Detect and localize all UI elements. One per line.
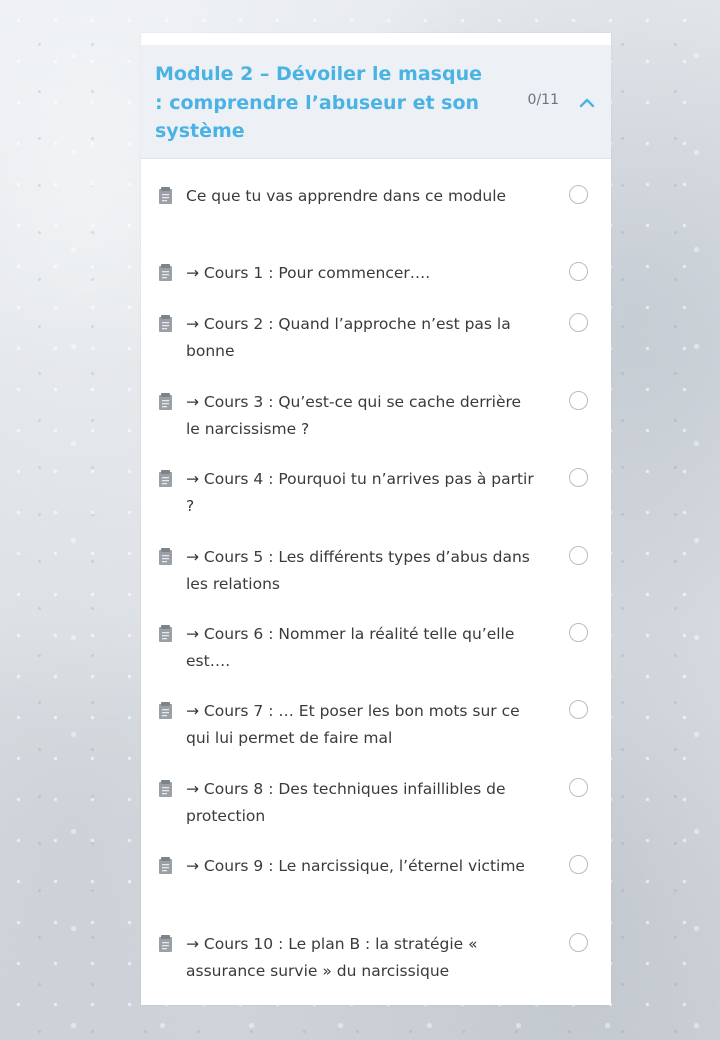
lesson-completion-circle[interactable]	[569, 700, 588, 719]
lesson-completion-circle[interactable]	[569, 391, 588, 410]
lesson-item[interactable]: → Cours 9 : Le narcissique, l’éternel vi…	[141, 853, 611, 913]
lesson-completion-circle[interactable]	[569, 185, 588, 204]
lesson-item[interactable]: Ce que tu vas apprendre dans ce module	[141, 183, 611, 243]
lesson-title: → Cours 2 : Quand l’approche n’est pas l…	[186, 315, 511, 360]
document-icon	[157, 392, 175, 412]
lesson-title: → Cours 8 : Des techniques infaillibles …	[186, 780, 506, 825]
lesson-completion-circle[interactable]	[569, 623, 588, 642]
lesson-completion-circle[interactable]	[569, 855, 588, 874]
lesson-item[interactable]: → Cours 6 : Nommer la réalité telle qu’e…	[141, 621, 611, 681]
chevron-up-icon[interactable]	[579, 95, 595, 109]
document-icon	[157, 314, 175, 334]
lesson-title: → Cours 9 : Le narcissique, l’éternel vi…	[186, 857, 525, 875]
lesson-completion-circle[interactable]	[569, 262, 588, 281]
document-icon	[157, 469, 175, 489]
lesson-title: → Cours 7 : … Et poser les bon mots sur …	[186, 702, 520, 747]
module-progress-count: 0/11	[527, 92, 559, 108]
lesson-title: → Cours 5 : Les différents types d’abus …	[186, 548, 530, 593]
lesson-item[interactable]: → Cours 7 : … Et poser les bon mots sur …	[141, 698, 611, 758]
lesson-completion-circle[interactable]	[569, 546, 588, 565]
lesson-completion-circle[interactable]	[569, 313, 588, 332]
lesson-title: → Cours 1 : Pour commencer….	[186, 264, 431, 282]
lesson-item[interactable]: → Cours 10 : Le plan B : la stratégie « …	[141, 931, 611, 991]
lesson-item[interactable]: → Cours 2 : Quand l’approche n’est pas l…	[141, 311, 611, 371]
document-icon	[157, 624, 175, 644]
document-icon	[157, 856, 175, 876]
document-icon	[157, 779, 175, 799]
lesson-item[interactable]: → Cours 8 : Des techniques infaillibles …	[141, 776, 611, 836]
lesson-title: → Cours 4 : Pourquoi tu n’arrives pas à …	[186, 470, 534, 515]
lesson-item[interactable]: → Cours 3 : Qu’est-ce qui se cache derri…	[141, 389, 611, 449]
module-header[interactable]: Module 2 – Dévoiler le masque : comprend…	[141, 45, 611, 159]
card-top-strip	[141, 33, 611, 45]
lesson-item[interactable]: → Cours 5 : Les différents types d’abus …	[141, 544, 611, 604]
lesson-title: Ce que tu vas apprendre dans ce module	[186, 187, 507, 205]
document-icon	[157, 263, 175, 283]
document-icon	[157, 186, 175, 206]
module-title: Module 2 – Dévoiler le masque : comprend…	[155, 63, 482, 142]
module-card: Module 2 – Dévoiler le masque : comprend…	[141, 33, 611, 1005]
lesson-title: → Cours 10 : Le plan B : la stratégie « …	[186, 935, 478, 980]
lesson-item[interactable]: → Cours 4 : Pourquoi tu n’arrives pas à …	[141, 466, 611, 526]
lesson-completion-circle[interactable]	[569, 468, 588, 487]
lesson-completion-circle[interactable]	[569, 933, 588, 952]
lesson-completion-circle[interactable]	[569, 778, 588, 797]
document-icon	[157, 934, 175, 954]
lesson-title: → Cours 6 : Nommer la réalité telle qu’e…	[186, 625, 515, 670]
document-icon	[157, 701, 175, 721]
lesson-title: → Cours 3 : Qu’est-ce qui se cache derri…	[186, 393, 522, 438]
document-icon	[157, 547, 175, 567]
